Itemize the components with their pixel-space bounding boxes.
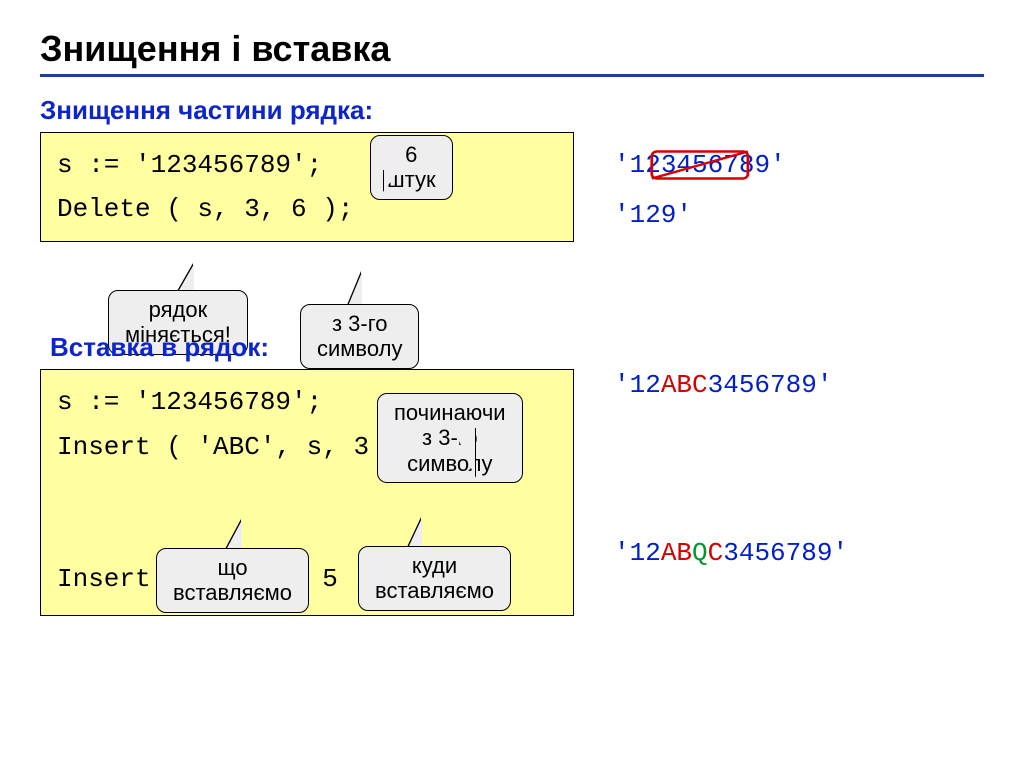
- r1-post: 3456789': [708, 370, 833, 400]
- title-divider: [40, 74, 984, 77]
- section1-row: s := '123456789'; Delete ( s, 3, 6 ); '1…: [40, 132, 984, 242]
- section1-results: '123456789' '129': [614, 132, 984, 230]
- r2-c: C: [708, 538, 724, 568]
- r2-q: Q: [692, 538, 708, 568]
- slide: Знищення і вставка Знищення частини рядк…: [0, 0, 1024, 767]
- callout-where: куди вставляємо: [358, 546, 511, 611]
- r2-post: 3456789': [723, 538, 848, 568]
- callout-line2: вставляємо: [375, 578, 494, 603]
- result-text-mid: 345678: [661, 150, 755, 180]
- callout-line1: куди: [412, 553, 457, 578]
- callout-6-pieces: 6 штук: [370, 135, 453, 200]
- code-line: Delete ( s, 3, 6 );: [57, 187, 557, 231]
- code-line: s := '123456789';: [57, 143, 557, 187]
- callout-starting-from: починаючи з 3-го символу: [377, 393, 523, 483]
- callout-what: що вставляємо: [156, 548, 309, 613]
- result-after: '129': [614, 200, 984, 230]
- r1-pre: '12: [614, 370, 661, 400]
- callout-line1: рядок: [149, 297, 208, 322]
- r2-pre: '12: [614, 538, 661, 568]
- section2-results: '12ABC3456789' '12ABQC3456789': [614, 332, 984, 568]
- section2-label: Вставка в рядок:: [50, 332, 574, 363]
- r2-ab: AB: [661, 538, 692, 568]
- section1-label: Знищення частини рядка:: [40, 95, 984, 126]
- result-text-post: 9': [754, 150, 785, 180]
- callout-line1: що: [217, 555, 247, 580]
- result-text-pre: '12: [614, 150, 661, 180]
- result-before: '123456789': [614, 150, 984, 180]
- page-title: Знищення і вставка: [40, 28, 984, 70]
- result-insert2: '12ABQC3456789': [614, 538, 984, 568]
- code-block-delete: s := '123456789'; Delete ( s, 3, 6 );: [40, 132, 574, 242]
- r1-ins: ABC: [661, 370, 708, 400]
- result-insert1: '12ABC3456789': [614, 370, 984, 400]
- callout-line2: вставляємо: [173, 580, 292, 605]
